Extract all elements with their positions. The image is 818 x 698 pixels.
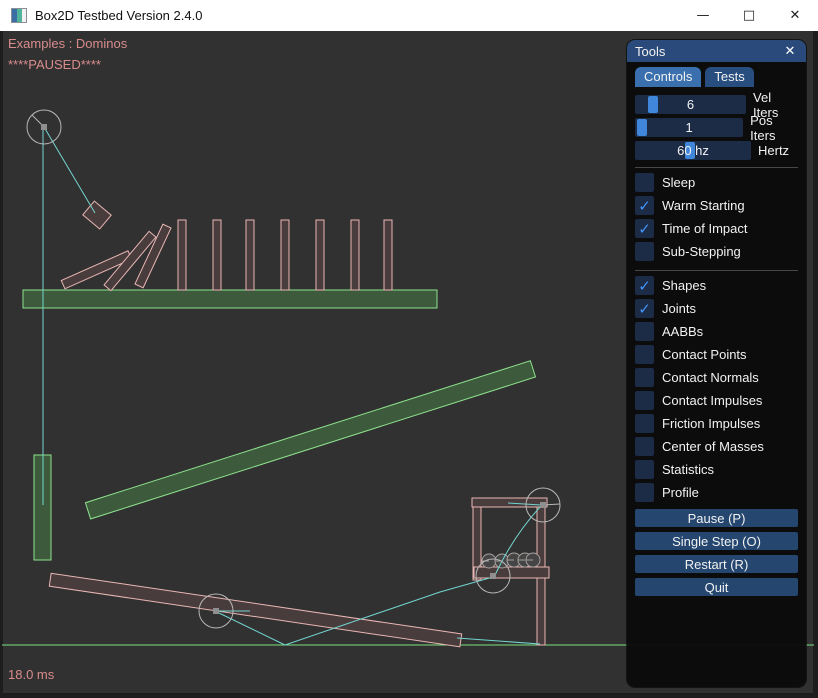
checkbox-box[interactable]: ✓ bbox=[635, 276, 654, 295]
tools-panel-title: Tools bbox=[635, 44, 665, 59]
tab-controls[interactable]: Controls bbox=[635, 67, 701, 87]
checkbox-box[interactable] bbox=[635, 437, 654, 456]
window-controls: — □ ✕ bbox=[680, 0, 818, 31]
separator bbox=[635, 167, 798, 168]
checkbox-box[interactable] bbox=[635, 242, 654, 261]
separator bbox=[635, 270, 798, 271]
hanging-box[interactable] bbox=[83, 201, 111, 229]
pause-button[interactable]: Pause (P) bbox=[635, 509, 798, 527]
checkbox-contact-points[interactable]: Contact Points bbox=[635, 343, 798, 366]
checkbox-joints[interactable]: ✓ Joints bbox=[635, 297, 798, 320]
static-platform bbox=[23, 290, 437, 308]
checkbox-time-of-impact[interactable]: ✓ Time of Impact bbox=[635, 217, 798, 240]
app-icon bbox=[11, 8, 27, 23]
tab-bar: Controls Tests bbox=[627, 62, 806, 87]
window-title: Box2D Testbed Version 2.4.0 bbox=[35, 8, 202, 23]
dynamic-seesaw-plank[interactable] bbox=[49, 573, 461, 646]
panel-close-icon[interactable]: ✕ bbox=[782, 43, 798, 59]
checkbox-contact-impulses[interactable]: Contact Impulses bbox=[635, 389, 798, 412]
checkbox-box[interactable] bbox=[635, 345, 654, 364]
frame-structure[interactable] bbox=[472, 498, 549, 645]
checkbox-profile[interactable]: Profile bbox=[635, 481, 798, 504]
checkbox-box[interactable] bbox=[635, 322, 654, 341]
checkbox-box[interactable] bbox=[635, 414, 654, 433]
quit-button[interactable]: Quit bbox=[635, 578, 798, 596]
tab-tests[interactable]: Tests bbox=[705, 67, 753, 87]
checkbox-box[interactable]: ✓ bbox=[635, 299, 654, 318]
checkbox-box[interactable] bbox=[635, 483, 654, 502]
minimize-icon[interactable]: — bbox=[680, 0, 726, 31]
checkbox-sub-stepping[interactable]: Sub-Stepping bbox=[635, 240, 798, 263]
pos-iters-slider[interactable]: 1 Pos Iters bbox=[635, 118, 798, 137]
example-label: Examples : Dominos bbox=[8, 36, 127, 51]
checkbox-friction-impulses[interactable]: Friction Impulses bbox=[635, 412, 798, 435]
checkbox-box[interactable]: ✓ bbox=[635, 196, 654, 215]
checkbox-shapes[interactable]: ✓ Shapes bbox=[635, 274, 798, 297]
paused-label: ****PAUSED**** bbox=[8, 57, 101, 72]
app-window: Box2D Testbed Version 2.4.0 — □ ✕ bbox=[0, 0, 818, 698]
tools-panel-titlebar[interactable]: Tools ✕ bbox=[627, 40, 806, 62]
checkbox-box[interactable] bbox=[635, 391, 654, 410]
checkbox-statistics[interactable]: Statistics bbox=[635, 458, 798, 481]
checkbox-sleep[interactable]: Sleep bbox=[635, 171, 798, 194]
checkbox-warm-starting[interactable]: ✓ Warm Starting bbox=[635, 194, 798, 217]
hertz-label: Hertz bbox=[758, 143, 789, 158]
tools-panel: Tools ✕ Controls Tests 6 Vel Iters 1 Pos… bbox=[627, 40, 806, 687]
pos-iters-label: Pos Iters bbox=[750, 113, 798, 143]
static-tilted-plank bbox=[85, 361, 535, 519]
vel-iters-slider[interactable]: 6 Vel Iters bbox=[635, 95, 798, 114]
controls-tab-content: 6 Vel Iters 1 Pos Iters 60 hz Hertz bbox=[627, 87, 806, 596]
shelf-balls[interactable] bbox=[482, 553, 540, 568]
checkbox-box[interactable] bbox=[635, 368, 654, 387]
checkbox-box[interactable] bbox=[635, 460, 654, 479]
checkbox-box[interactable]: ✓ bbox=[635, 219, 654, 238]
checkbox-aabbs[interactable]: AABBs bbox=[635, 320, 798, 343]
close-icon[interactable]: ✕ bbox=[772, 0, 818, 31]
checkbox-contact-normals[interactable]: Contact Normals bbox=[635, 366, 798, 389]
upright-dominos[interactable] bbox=[178, 220, 392, 290]
maximize-icon[interactable]: □ bbox=[726, 0, 772, 31]
single-step-button[interactable]: Single Step (O) bbox=[635, 532, 798, 550]
frame-time: 18.0 ms bbox=[8, 667, 54, 682]
checkbox-box[interactable] bbox=[635, 173, 654, 192]
fallen-dominos[interactable] bbox=[61, 224, 171, 291]
checkbox-center-of-masses[interactable]: Center of Masses bbox=[635, 435, 798, 458]
restart-button[interactable]: Restart (R) bbox=[635, 555, 798, 573]
os-titlebar: Box2D Testbed Version 2.4.0 — □ ✕ bbox=[0, 0, 818, 31]
hertz-slider[interactable]: 60 hz Hertz bbox=[635, 141, 798, 160]
